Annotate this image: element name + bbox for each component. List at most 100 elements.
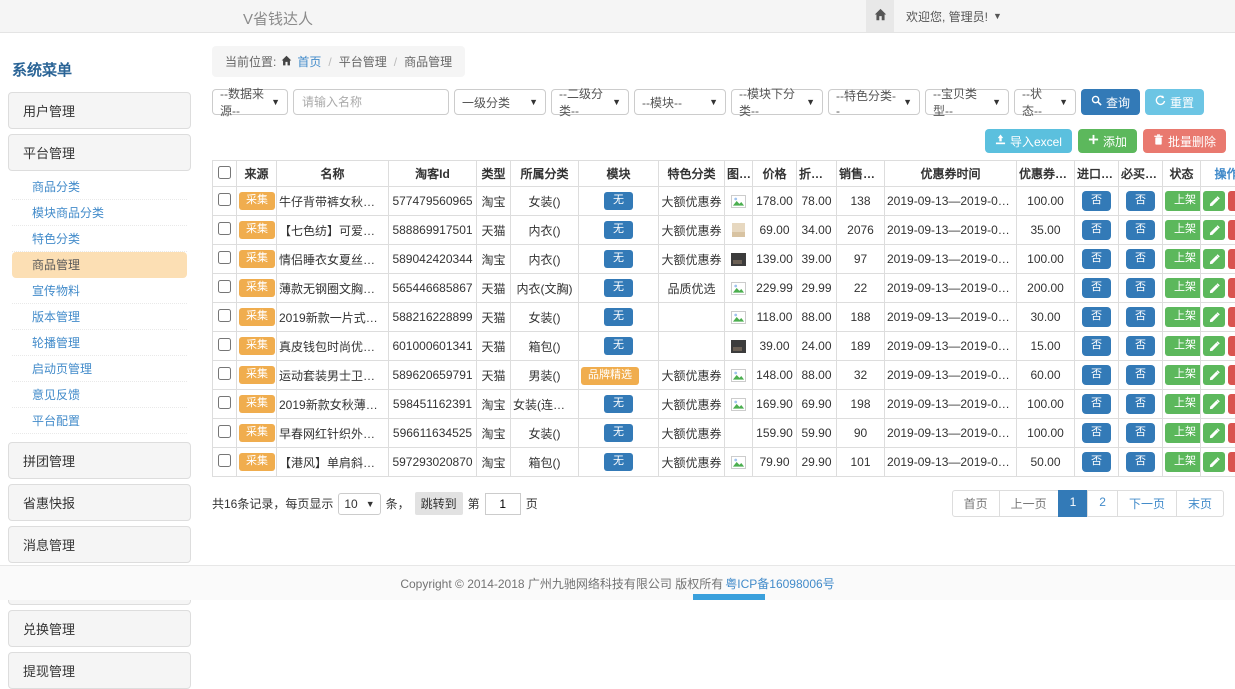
add-button[interactable]: 添加	[1078, 129, 1137, 153]
jump-page-input[interactable]	[485, 493, 521, 515]
status-badge[interactable]: 上架	[1165, 365, 1201, 385]
row-checkbox[interactable]	[218, 338, 231, 351]
sidebar-subitem[interactable]: 商品分类	[12, 174, 187, 200]
edit-button[interactable]	[1203, 452, 1225, 472]
delete-button[interactable]	[1228, 365, 1235, 385]
delete-button[interactable]	[1228, 394, 1235, 414]
pager-link[interactable]: 2	[1087, 490, 1118, 517]
jump-button[interactable]: 跳转到	[415, 492, 463, 515]
pager-link[interactable]: 末页	[1176, 490, 1224, 517]
delete-button[interactable]	[1228, 307, 1235, 327]
must-buy-toggle[interactable]: 否	[1126, 249, 1155, 269]
import-select-toggle[interactable]: 否	[1082, 278, 1111, 298]
feature-category-select[interactable]: --特色分类--▼	[828, 89, 920, 115]
import-select-toggle[interactable]: 否	[1082, 220, 1111, 240]
status-select[interactable]: --状态--▼	[1014, 89, 1076, 115]
data-source-select[interactable]: --数据来源--▼	[212, 89, 288, 115]
import-select-toggle[interactable]: 否	[1082, 365, 1111, 385]
delete-button[interactable]	[1228, 220, 1235, 240]
sidebar-subitem[interactable]: 轮播管理	[12, 330, 187, 356]
edit-button[interactable]	[1203, 249, 1225, 269]
edit-button[interactable]	[1203, 365, 1225, 385]
row-checkbox[interactable]	[218, 425, 231, 438]
pager-current-page[interactable]: 1	[1058, 490, 1089, 517]
must-buy-toggle[interactable]: 否	[1126, 191, 1155, 211]
must-buy-toggle[interactable]: 否	[1126, 220, 1155, 240]
import-select-toggle[interactable]: 否	[1082, 394, 1111, 414]
row-checkbox[interactable]	[218, 367, 231, 380]
delete-button[interactable]	[1228, 278, 1235, 298]
sidebar-group[interactable]: 提现管理	[8, 652, 191, 689]
must-buy-toggle[interactable]: 否	[1126, 452, 1155, 472]
import-select-toggle[interactable]: 否	[1082, 249, 1111, 269]
status-badge[interactable]: 上架	[1165, 278, 1201, 298]
must-buy-toggle[interactable]: 否	[1126, 394, 1155, 414]
status-badge[interactable]: 上架	[1165, 220, 1201, 240]
import-select-toggle[interactable]: 否	[1082, 423, 1111, 443]
sidebar-group[interactable]: 用户管理	[8, 92, 191, 129]
delete-button[interactable]	[1228, 423, 1235, 443]
sidebar-subitem[interactable]: 宣传物料	[12, 278, 187, 304]
edit-button[interactable]	[1203, 278, 1225, 298]
status-badge[interactable]: 上架	[1165, 307, 1201, 327]
edit-button[interactable]	[1203, 307, 1225, 327]
import-select-toggle[interactable]: 否	[1082, 452, 1111, 472]
sidebar-group[interactable]: 省惠快报	[8, 484, 191, 521]
sidebar-subitem[interactable]: 模块商品分类	[12, 200, 187, 226]
page-size-select[interactable]: 10 ▼	[338, 493, 380, 515]
status-badge[interactable]: 上架	[1165, 394, 1201, 414]
search-button[interactable]: 查询	[1081, 89, 1140, 115]
sidebar-subitem[interactable]: 版本管理	[12, 304, 187, 330]
module-sub-select[interactable]: --模块下分类--▼	[731, 89, 823, 115]
user-menu[interactable]: 欢迎您, 管理员! ▼	[906, 0, 1002, 32]
status-badge[interactable]: 上架	[1165, 423, 1201, 443]
delete-button[interactable]	[1228, 452, 1235, 472]
sidebar-subitem[interactable]: 特色分类	[12, 226, 187, 252]
import-select-toggle[interactable]: 否	[1082, 336, 1111, 356]
pager-link[interactable]: 上一页	[999, 490, 1059, 517]
status-badge[interactable]: 上架	[1165, 191, 1201, 211]
row-checkbox[interactable]	[218, 280, 231, 293]
status-badge[interactable]: 上架	[1165, 249, 1201, 269]
edit-button[interactable]	[1203, 191, 1225, 211]
sidebar-group[interactable]: 消息管理	[8, 526, 191, 563]
breadcrumb-home-link[interactable]: 首页	[297, 53, 321, 70]
batch-delete-button[interactable]: 批量删除	[1143, 129, 1226, 153]
edit-button[interactable]	[1203, 423, 1225, 443]
edit-button[interactable]	[1203, 336, 1225, 356]
row-checkbox[interactable]	[218, 454, 231, 467]
name-search-input[interactable]	[293, 89, 449, 115]
sidebar-group[interactable]: 拼团管理	[8, 442, 191, 479]
pager-link[interactable]: 首页	[952, 490, 1000, 517]
must-buy-toggle[interactable]: 否	[1126, 307, 1155, 327]
row-checkbox[interactable]	[218, 309, 231, 322]
icp-link[interactable]: 粤ICP备16098006号	[725, 575, 834, 592]
status-badge[interactable]: 上架	[1165, 336, 1201, 356]
sidebar-group[interactable]: 平台管理	[8, 134, 191, 171]
edit-button[interactable]	[1203, 220, 1225, 240]
import-excel-button[interactable]: 导入excel	[985, 129, 1072, 153]
level2-category-select[interactable]: --二级分类--▼	[551, 89, 629, 115]
sidebar-subitem[interactable]: 商品管理	[12, 252, 187, 278]
module-select[interactable]: --模块--▼	[634, 89, 726, 115]
row-checkbox[interactable]	[218, 251, 231, 264]
must-buy-toggle[interactable]: 否	[1126, 278, 1155, 298]
must-buy-toggle[interactable]: 否	[1126, 336, 1155, 356]
sidebar-subitem[interactable]: 平台配置	[12, 408, 187, 434]
row-checkbox[interactable]	[218, 396, 231, 409]
pager-link[interactable]: 下一页	[1117, 490, 1177, 517]
row-checkbox[interactable]	[218, 193, 231, 206]
import-select-toggle[interactable]: 否	[1082, 307, 1111, 327]
delete-button[interactable]	[1228, 336, 1235, 356]
must-buy-toggle[interactable]: 否	[1126, 365, 1155, 385]
status-badge[interactable]: 上架	[1165, 452, 1201, 472]
sidebar-subitem[interactable]: 启动页管理	[12, 356, 187, 382]
row-checkbox[interactable]	[218, 222, 231, 235]
sidebar-subitem[interactable]: 意见反馈	[12, 382, 187, 408]
level1-category-select[interactable]: 一级分类▼	[454, 89, 546, 115]
must-buy-toggle[interactable]: 否	[1126, 423, 1155, 443]
reset-button[interactable]: 重置	[1145, 89, 1204, 115]
select-all-checkbox[interactable]	[218, 166, 231, 179]
import-select-toggle[interactable]: 否	[1082, 191, 1111, 211]
home-button[interactable]	[866, 0, 894, 32]
